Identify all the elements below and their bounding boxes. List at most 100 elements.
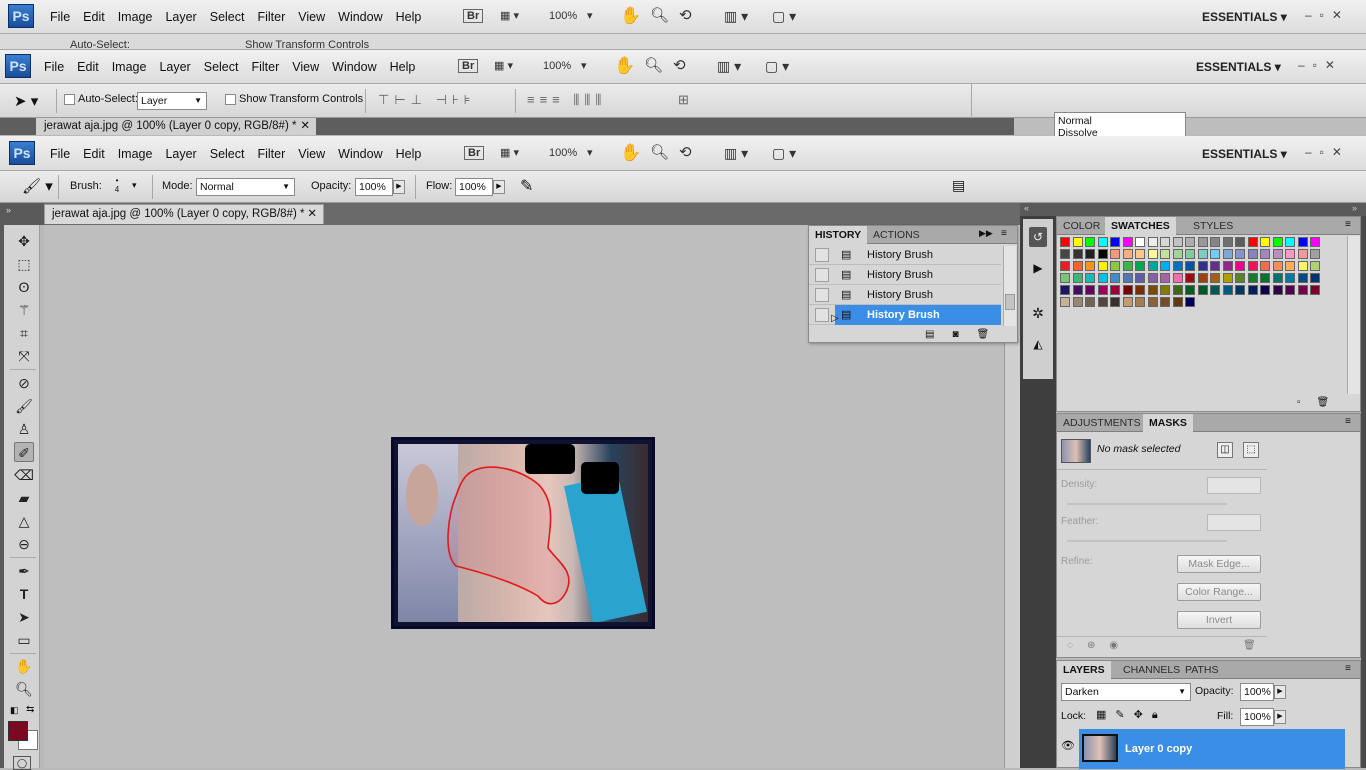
color-swatch[interactable] xyxy=(1185,261,1195,271)
history-step[interactable]: ▤ History Brush xyxy=(809,285,1001,305)
gradient-tool-icon[interactable]: ▰ xyxy=(14,488,34,508)
color-swatch[interactable] xyxy=(1147,261,1158,271)
color-swatch[interactable] xyxy=(1147,273,1158,283)
color-swatch[interactable] xyxy=(1172,285,1183,295)
color-swatch[interactable] xyxy=(1097,249,1108,259)
color-swatch[interactable] xyxy=(1222,285,1233,295)
flow-slider-button[interactable]: ▶ xyxy=(493,180,505,194)
color-swatch[interactable] xyxy=(1235,273,1245,283)
zoom-dropdown-icon[interactable]: ▾ xyxy=(581,59,587,72)
color-swatch[interactable] xyxy=(1260,261,1270,271)
align-icons[interactable]: ⊤⊢⊥ ⊣⊦⊧ xyxy=(378,92,475,108)
screen-mode-icon[interactable]: ▢ ▾ xyxy=(772,8,796,25)
hand-tool-icon[interactable]: ✋ xyxy=(620,6,641,26)
color-swatch[interactable] xyxy=(1060,249,1070,259)
bridge-button[interactable]: Br xyxy=(464,146,485,160)
lock-icons[interactable]: ▦✎✥🔒︎ xyxy=(1096,708,1167,722)
color-swatch[interactable] xyxy=(1160,249,1170,259)
move-tool-icon[interactable]: ➤ ▾ xyxy=(14,92,38,110)
ghost-blend-dropdown-list[interactable]: Normal Dissolve xyxy=(1054,112,1186,138)
color-swatch[interactable] xyxy=(1072,261,1083,271)
zoom-level[interactable]: 100% xyxy=(549,147,577,159)
color-swatch[interactable] xyxy=(1110,285,1120,295)
bridge-button[interactable]: Br xyxy=(463,9,484,23)
swap-colors-icon[interactable]: ⇆ xyxy=(26,704,34,715)
zoom-dropdown-icon[interactable]: ▾ xyxy=(587,146,593,159)
eraser-tool-icon[interactable]: ⌫ xyxy=(14,465,34,485)
opacity-input[interactable]: 100% xyxy=(355,178,393,196)
auto-select-checkbox[interactable] xyxy=(64,94,75,105)
color-swatch[interactable] xyxy=(1060,297,1070,307)
color-swatch[interactable] xyxy=(1260,273,1270,283)
menu-edit[interactable]: Edit xyxy=(83,10,105,24)
color-swatch[interactable] xyxy=(1285,285,1295,295)
color-swatch[interactable] xyxy=(1147,237,1158,247)
color-swatch[interactable] xyxy=(1310,249,1320,259)
color-swatch[interactable] xyxy=(1260,249,1270,259)
color-swatch[interactable] xyxy=(1210,273,1220,283)
panel-menu-icon[interactable]: ≡ xyxy=(1345,663,1351,674)
color-swatch[interactable] xyxy=(1260,237,1270,247)
auto-align-icon[interactable]: ⊞ xyxy=(678,92,689,108)
ghost-dropdown-option[interactable]: Normal xyxy=(1058,115,1182,127)
color-swatch[interactable] xyxy=(1272,249,1283,259)
delete-mask-icon[interactable]: 🗑︎ xyxy=(1243,640,1256,651)
ghost-doc-tab[interactable]: jerawat aja.jpg @ 100% (Layer 0 copy, RG… xyxy=(36,118,316,135)
tab-channels[interactable]: CHANNELS xyxy=(1117,661,1186,679)
color-swatch[interactable] xyxy=(1085,249,1095,259)
color-swatch[interactable] xyxy=(1210,285,1220,295)
color-swatch[interactable] xyxy=(1222,273,1233,283)
color-range-button[interactable]: Color Range... xyxy=(1177,583,1261,601)
color-swatch[interactable] xyxy=(1060,273,1070,283)
menu-edit[interactable]: Edit xyxy=(83,147,105,161)
menu-image[interactable]: Image xyxy=(112,60,147,74)
menu-select[interactable]: Select xyxy=(210,147,245,161)
menu-help[interactable]: Help xyxy=(396,10,422,24)
flow-input[interactable]: 100% xyxy=(455,178,493,196)
dock-expand-icon[interactable]: » xyxy=(1352,203,1357,213)
color-swatch[interactable] xyxy=(1235,285,1245,295)
crop-tool-icon[interactable]: ⌗ xyxy=(14,323,34,343)
bridge-button[interactable]: Br xyxy=(458,59,479,73)
dock-collapse-icon[interactable]: « xyxy=(1020,203,1056,216)
blur-tool-icon[interactable]: △ xyxy=(14,511,34,531)
color-swatch[interactable] xyxy=(1310,273,1320,283)
color-swatch[interactable] xyxy=(1185,273,1195,283)
layer-opacity-slider-button[interactable]: ▶ xyxy=(1274,685,1286,699)
zoom-tool-icon[interactable]: 🔍︎ xyxy=(650,143,669,161)
menu-layer[interactable]: Layer xyxy=(165,147,196,161)
color-swatch[interactable] xyxy=(1060,237,1070,247)
color-swatch[interactable] xyxy=(1110,237,1120,247)
color-swatch[interactable] xyxy=(1122,249,1133,259)
color-swatch[interactable] xyxy=(1110,261,1120,271)
color-swatch[interactable] xyxy=(1122,261,1133,271)
opacity-slider-button[interactable]: ▶ xyxy=(393,180,405,194)
document-tab[interactable]: jerawat aja.jpg @ 100% (Layer 0 copy, RG… xyxy=(44,204,324,224)
color-swatch[interactable] xyxy=(1097,297,1108,307)
history-step[interactable]: ▤ History Brush xyxy=(809,245,1001,265)
view-extras-icon[interactable]: ▦ ▾ xyxy=(500,146,519,159)
history-snapshot-checkbox[interactable] xyxy=(815,268,829,282)
color-swatch[interactable] xyxy=(1072,273,1083,283)
distribute-icons[interactable]: ≡≡≡ ⫼⫼⫼ xyxy=(527,92,606,108)
brush-dropdown-icon[interactable]: ▾ xyxy=(132,180,137,191)
color-swatch[interactable] xyxy=(1235,249,1245,259)
color-swatch[interactable] xyxy=(1297,249,1308,259)
rotate-view-icon[interactable]: ⟲ xyxy=(673,56,686,74)
color-swatch[interactable] xyxy=(1072,297,1083,307)
color-swatch[interactable] xyxy=(1172,249,1183,259)
color-swatch[interactable] xyxy=(1297,273,1308,283)
color-swatch[interactable] xyxy=(1297,285,1308,295)
color-swatch[interactable] xyxy=(1185,297,1195,307)
color-swatch[interactable] xyxy=(1247,261,1258,271)
menu-window[interactable]: Window xyxy=(332,60,376,74)
color-swatch[interactable] xyxy=(1135,285,1145,295)
color-swatch[interactable] xyxy=(1085,237,1095,247)
menu-select[interactable]: Select xyxy=(204,60,239,74)
fill-input[interactable]: 100% xyxy=(1240,708,1274,726)
density-slider[interactable] xyxy=(1067,503,1227,505)
color-swatch[interactable] xyxy=(1222,237,1233,247)
color-swatch[interactable] xyxy=(1197,249,1208,259)
tab-styles[interactable]: STYLES xyxy=(1187,217,1239,235)
arrange-docs-icon[interactable]: ▥ ▾ xyxy=(717,58,741,75)
